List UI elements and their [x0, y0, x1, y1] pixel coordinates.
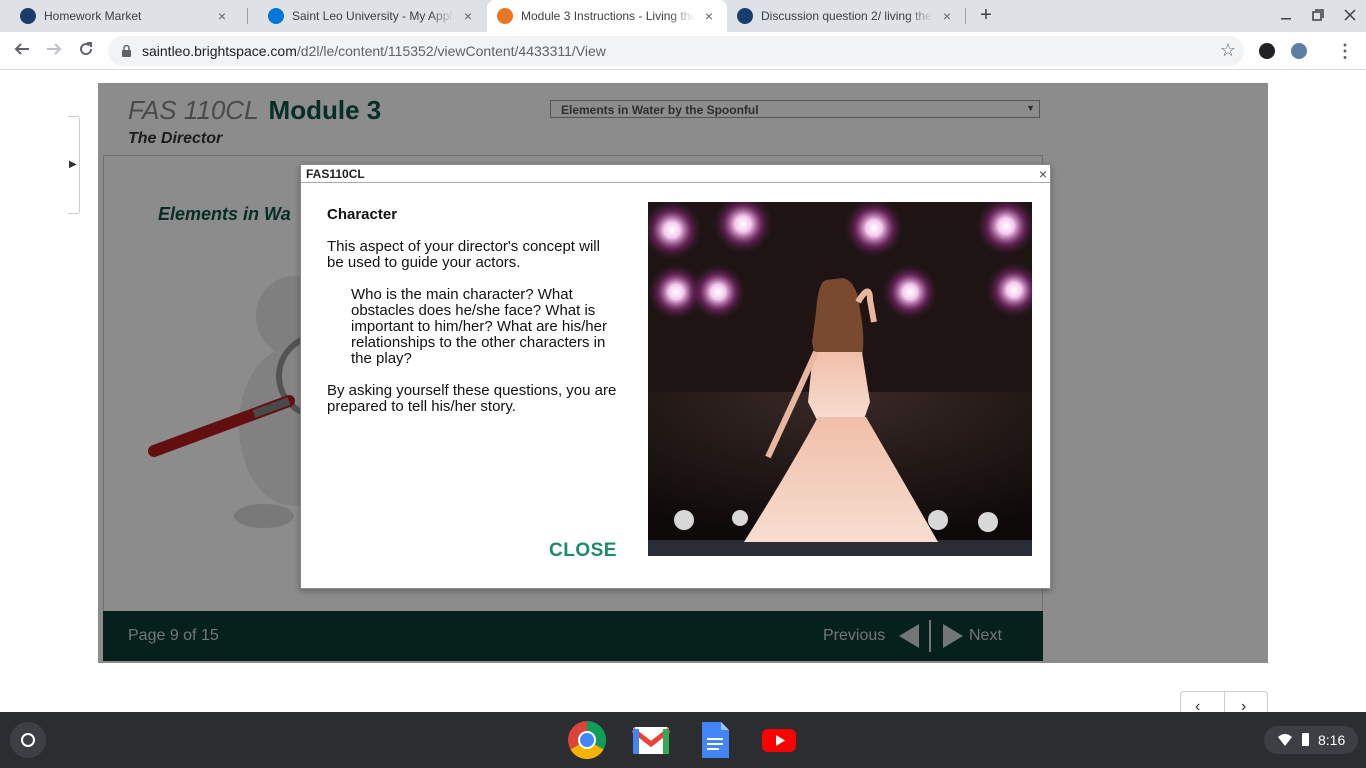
chromeos-shelf: 8:16	[0, 712, 1366, 768]
dialog-paragraph: By asking yourself these questions, you …	[327, 382, 617, 415]
new-tab-icon[interactable]: +	[976, 5, 996, 26]
tab-close-icon[interactable]: ×	[939, 8, 955, 24]
dialog-titlebar: FAS110CL ×	[301, 165, 1050, 183]
lock-icon	[122, 45, 131, 57]
saint-leo-favicon-icon	[268, 8, 284, 24]
tab-homework-market[interactable]: Homework Market ×	[0, 0, 240, 32]
page-content: ▶ FAS 110CL Module 3 The Director Element…	[0, 71, 1366, 722]
dialog-text: Character This aspect of your director's…	[327, 207, 617, 431]
youtube-icon[interactable]	[759, 720, 799, 760]
close-button[interactable]: CLOSE	[549, 540, 617, 562]
chrome-icon[interactable]	[567, 720, 607, 760]
tab-close-icon[interactable]: ×	[214, 8, 230, 24]
homework-market-favicon-icon	[20, 8, 36, 24]
tab-title: Module 3 Instructions - Living the	[521, 9, 695, 23]
extension-icon[interactable]	[1259, 43, 1275, 59]
character-dialog: FAS110CL × Character This aspect of your…	[300, 164, 1051, 589]
browser-toolbar: saintleo.brightspace.com/d2l/le/content/…	[0, 32, 1366, 70]
dialog-close-icon[interactable]: ×	[1039, 165, 1047, 183]
homework-market-favicon-icon	[737, 8, 753, 24]
tab-separator	[965, 8, 966, 24]
expand-arrow-icon: ▶	[69, 159, 77, 170]
status-tray[interactable]: 8:16	[1264, 726, 1358, 754]
brightspace-favicon-icon	[497, 8, 513, 24]
dialog-heading: Character	[327, 206, 398, 223]
restore-icon[interactable]	[1308, 6, 1328, 26]
tab-discussion-question[interactable]: Discussion question 2/ living the ×	[727, 0, 965, 32]
address-bar[interactable]: saintleo.brightspace.com/d2l/le/content/…	[108, 36, 1244, 66]
tab-title: Saint Leo University - My Applications	[292, 9, 454, 23]
tab-saint-leo[interactable]: Saint Leo University - My Applications ×	[248, 0, 486, 32]
dialog-title: FAS110CL	[306, 167, 365, 181]
launcher-icon[interactable]	[10, 722, 46, 758]
chrome-menu-icon[interactable]: ⋮	[1336, 41, 1354, 61]
tab-module-3-instructions[interactable]: Module 3 Instructions - Living the ×	[487, 0, 727, 32]
dialog-paragraph: This aspect of your director's concept w…	[327, 238, 600, 271]
back-icon[interactable]	[10, 39, 34, 63]
wifi-icon	[1278, 734, 1292, 746]
stage-performer-photo	[648, 202, 1032, 556]
reload-icon[interactable]	[74, 39, 98, 63]
clock: 8:16	[1318, 732, 1346, 748]
sidebar-toggle[interactable]: ▶	[68, 116, 80, 214]
tab-close-icon[interactable]: ×	[460, 8, 476, 24]
battery-icon	[1302, 733, 1309, 746]
url-text: saintleo.brightspace.com/d2l/le/content/…	[142, 43, 606, 59]
tab-title: Discussion question 2/ living the	[761, 9, 932, 23]
profile-avatar[interactable]	[1291, 43, 1307, 59]
tab-title: Homework Market	[44, 9, 142, 23]
tab-strip: Homework Market × Saint Leo University -…	[0, 0, 1366, 32]
dialog-questions: Who is the main character? What obstacle…	[351, 286, 607, 367]
forward-icon[interactable]	[42, 39, 66, 63]
bookmark-star-icon[interactable]: ☆	[1220, 40, 1236, 61]
google-docs-icon[interactable]	[695, 720, 735, 760]
tab-close-icon[interactable]: ×	[701, 8, 717, 24]
gmail-icon[interactable]	[631, 720, 671, 760]
close-window-icon[interactable]	[1340, 6, 1360, 26]
minimize-icon[interactable]	[1276, 6, 1296, 26]
